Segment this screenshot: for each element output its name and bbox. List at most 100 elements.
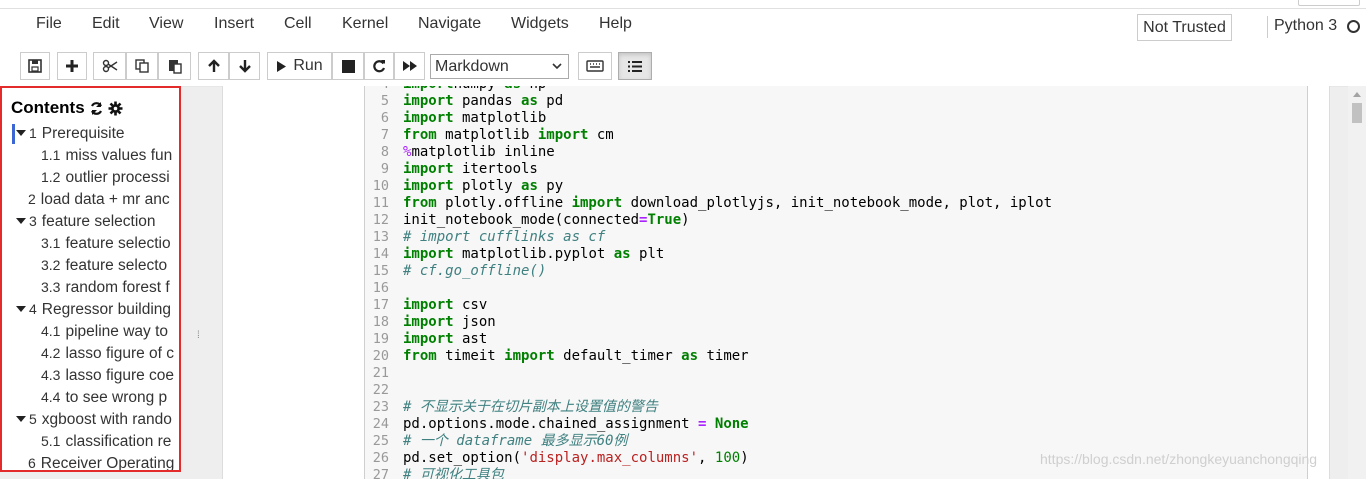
- cell-type-select[interactable]: Markdown: [430, 54, 569, 79]
- toc-item[interactable]: 1.2 outlier processi: [41, 169, 170, 187]
- code-line: 25 # 一个 dataframe 最多显示60例: [365, 433, 1307, 450]
- cut-icon: [102, 59, 117, 73]
- toc-item[interactable]: 2 load data + mr anc: [28, 191, 170, 209]
- code-token: True: [647, 212, 682, 228]
- toc-item-number: 1.1: [41, 147, 61, 163]
- toc-item-number: 4.1: [41, 323, 61, 339]
- toc-item[interactable]: 3 feature selection: [16, 213, 156, 231]
- code-token: default_timer: [554, 348, 682, 364]
- code-token: csv: [453, 297, 488, 313]
- toc-item[interactable]: 1.1 miss values fun: [41, 147, 172, 165]
- toc-item[interactable]: 1 Prerequisite: [16, 125, 125, 143]
- toc-item-number: 4: [29, 301, 37, 317]
- toc-scrollbar[interactable]: [180, 126, 181, 472]
- code-token: # import cufflinks as cf: [403, 229, 606, 245]
- toc-item[interactable]: 4.4 to see wrong p: [41, 389, 167, 407]
- page-scrollbar[interactable]: [1348, 86, 1366, 479]
- move-up-button[interactable]: [198, 52, 229, 80]
- code-token: import: [571, 195, 623, 211]
- code-line: 6 import matplotlib: [365, 110, 1307, 127]
- code-text: import itertools: [403, 161, 538, 178]
- code-cell-editor[interactable]: 4importnumpy as np5import pandas as pd6i…: [364, 86, 1308, 479]
- paste-icon: [168, 60, 182, 74]
- code-line: 11 from plotly.offline import download_pl…: [365, 195, 1307, 212]
- menu-file[interactable]: File: [34, 15, 64, 33]
- toc-item[interactable]: 3.3 random forest f: [41, 279, 170, 297]
- move-down-button[interactable]: [229, 52, 260, 80]
- add-cell-button[interactable]: [57, 52, 87, 80]
- code-text: # 不显示关于在切片副本上设置值的警告: [403, 399, 658, 416]
- line-number: 21: [372, 365, 389, 381]
- caret-down-icon[interactable]: [16, 416, 26, 422]
- toc-item-label: Regressor building: [41, 301, 172, 318]
- top-strip: [0, 0, 1366, 9]
- code-text: # 可视化工具包: [403, 467, 504, 479]
- line-number: 11: [372, 195, 389, 211]
- toc-item[interactable]: 3.1 feature selectio: [41, 235, 171, 253]
- menu-kernel[interactable]: Kernel: [340, 15, 390, 33]
- code-token: numpy: [454, 86, 505, 92]
- toc-item[interactable]: 4.2 lasso figure of c: [41, 345, 174, 363]
- code-token: init_notebook_mode(connected: [403, 212, 640, 228]
- menu-help[interactable]: Help: [597, 15, 634, 33]
- code-token: matplotlib.pyplot: [453, 246, 614, 262]
- code-token: itertools: [453, 161, 538, 177]
- toc-item[interactable]: 4 Regressor building: [16, 301, 171, 319]
- code-token: matplotlib inline: [411, 144, 555, 160]
- code-token: as: [681, 348, 699, 364]
- code-line: 5 import pandas as pd: [365, 93, 1307, 110]
- code-line: 16: [365, 280, 1307, 297]
- caret-down-icon[interactable]: [16, 306, 26, 312]
- not-trusted-button[interactable]: Not Trusted: [1137, 14, 1232, 41]
- toc-item[interactable]: 5.1 classification re: [41, 433, 171, 451]
- page-scroll-thumb[interactable]: [1352, 103, 1362, 123]
- line-number: 24: [372, 416, 389, 432]
- kernel-idle-icon: [1347, 20, 1360, 33]
- toc-item[interactable]: 4.1 pipeline way to: [41, 323, 168, 341]
- code-text: # 一个 dataframe 最多显示60例: [403, 433, 627, 450]
- scroll-up-icon[interactable]: [1353, 92, 1361, 97]
- code-token: cm: [588, 127, 614, 143]
- copy-button[interactable]: [126, 52, 158, 80]
- header-button-edge[interactable]: [1298, 0, 1360, 6]
- cut-button[interactable]: [93, 52, 126, 80]
- run-button[interactable]: Run: [267, 52, 332, 80]
- menu-view[interactable]: View: [147, 15, 185, 33]
- toc-item[interactable]: 4.3 lasso figure coe: [41, 367, 174, 385]
- refresh-icon[interactable]: [89, 101, 104, 116]
- toc-item[interactable]: 3.2 feature selecto: [41, 257, 167, 275]
- menu-widgets[interactable]: Widgets: [509, 15, 571, 33]
- save-button[interactable]: [20, 52, 50, 80]
- toc-item[interactable]: 5 xgboost with rando: [16, 411, 172, 429]
- command-palette-button[interactable]: [578, 52, 612, 80]
- menu-insert[interactable]: Insert: [212, 15, 256, 33]
- menu-navigate[interactable]: Navigate: [416, 15, 483, 33]
- restart-run-all-button[interactable]: [394, 52, 425, 80]
- code-token: import: [403, 314, 454, 330]
- toc-item-label: miss values fun: [65, 147, 173, 164]
- code-token: # 可视化工具包: [403, 467, 504, 479]
- code-text: # cf.go_offline(): [403, 263, 546, 280]
- toc-item[interactable]: 6 Receiver Operating: [28, 455, 174, 471]
- code-text: import matplotlib.pyplot as plt: [403, 246, 664, 263]
- toc-item-number: 6: [28, 455, 36, 471]
- menu-edit[interactable]: Edit: [90, 15, 122, 33]
- code-token: np: [521, 86, 546, 92]
- code-token: import: [403, 331, 454, 347]
- restart-button[interactable]: [364, 52, 394, 80]
- interrupt-button[interactable]: [332, 52, 364, 80]
- resize-handle[interactable]: ⁞: [197, 330, 200, 341]
- toc-toggle-button[interactable]: [618, 52, 652, 80]
- code-line: 4 importnumpy as np: [365, 86, 1307, 93]
- code-token: download_plotlyjs, init_notebook_mode, p…: [622, 195, 1053, 211]
- notebook-window: File Edit View Insert Cell Kernel Naviga…: [0, 0, 1366, 479]
- gear-icon[interactable]: [108, 101, 123, 116]
- caret-down-icon[interactable]: [16, 130, 26, 136]
- menu-cell[interactable]: Cell: [282, 15, 314, 33]
- code-line: 9 import itertools: [365, 161, 1307, 178]
- paste-button[interactable]: [158, 52, 191, 80]
- save-icon: [28, 59, 42, 73]
- line-number: 4: [365, 86, 389, 93]
- caret-down-icon[interactable]: [16, 218, 26, 224]
- code-token: plotly: [453, 178, 522, 194]
